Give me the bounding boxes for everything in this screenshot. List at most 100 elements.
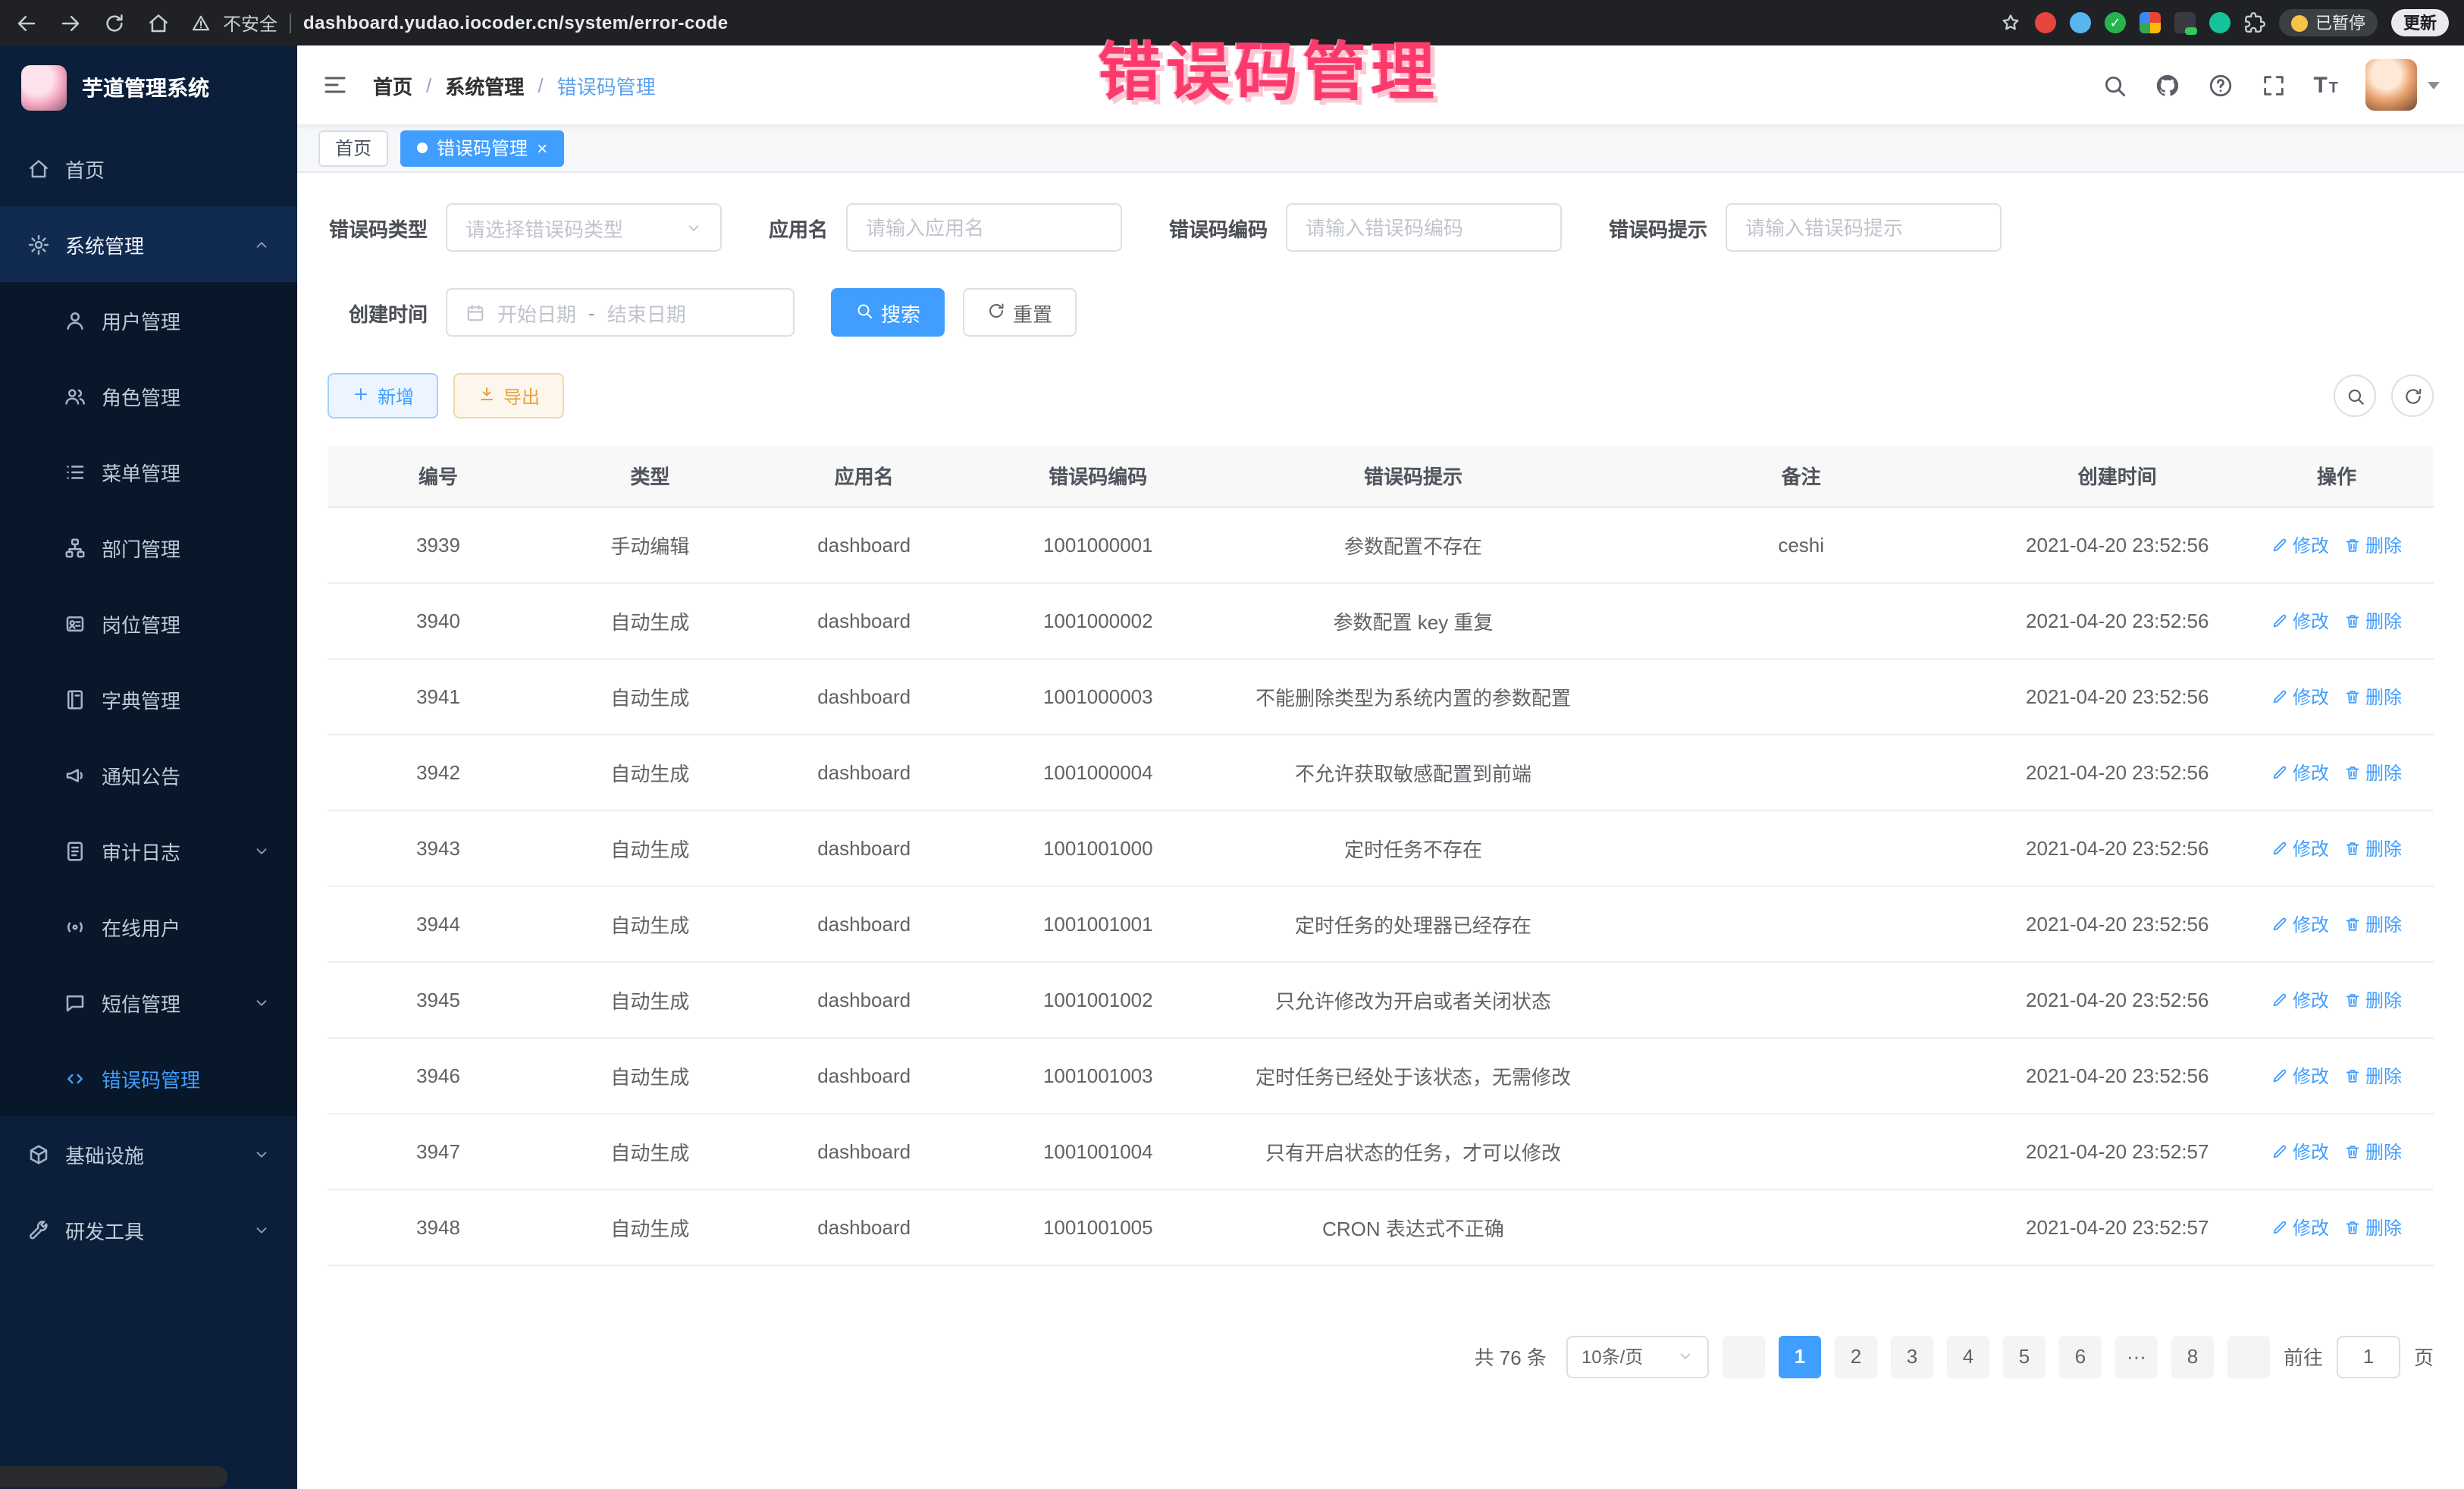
sidebar-item-errorcode[interactable]: 错误码管理 (0, 1040, 297, 1116)
page-button-8[interactable]: 8 (2171, 1335, 2214, 1378)
delete-link[interactable]: 删除 (2344, 1138, 2402, 1164)
address-bar[interactable]: 不安全 dashboard.yudao.iocoder.cn/system/er… (191, 10, 1982, 36)
edit-link[interactable]: 修改 (2271, 1062, 2329, 1088)
close-icon[interactable]: × (537, 139, 547, 157)
breadcrumb-item[interactable]: 首页 (373, 71, 412, 99)
edit-link[interactable]: 修改 (2271, 759, 2329, 785)
refresh-icon (2403, 386, 2422, 406)
export-button[interactable]: 导出 (453, 373, 564, 418)
reset-button[interactable]: 重置 (963, 288, 1077, 337)
megaphone-icon (64, 763, 86, 786)
sidebar-item-audit[interactable]: 审计日志 (0, 813, 297, 889)
edit-link[interactable]: 修改 (2271, 683, 2329, 709)
delete-link[interactable]: 删除 (2344, 759, 2402, 785)
app-name-input[interactable] (846, 203, 1122, 252)
drop-icon[interactable] (2070, 12, 2091, 33)
page-button-2[interactable]: 2 (1835, 1335, 1877, 1378)
edit-link[interactable]: 修改 (2271, 1138, 2329, 1164)
puzzle-icon[interactable] (2244, 12, 2265, 33)
page-size-select[interactable]: 10条/页 (1566, 1335, 1709, 1378)
check-circle-icon[interactable] (2105, 12, 2126, 33)
github-icon[interactable] (2154, 72, 2180, 98)
add-button[interactable]: 新增 (328, 373, 438, 418)
date-range-picker[interactable]: 开始日期 - 结束日期 (446, 288, 795, 337)
refresh-table-button[interactable] (2391, 375, 2434, 417)
cell-id: 3948 (328, 1189, 549, 1265)
delete-link[interactable]: 删除 (2344, 531, 2402, 557)
reload-icon[interactable] (103, 11, 126, 34)
question-icon[interactable] (2207, 72, 2233, 98)
tab-首页[interactable]: 首页 (318, 130, 388, 166)
cell-actions: 修改删除 (2240, 506, 2434, 582)
paused-badge[interactable]: 已暂停 (2279, 9, 2378, 36)
grammarly-icon[interactable] (2209, 12, 2230, 33)
sidebar-item-role[interactable]: 角色管理 (0, 358, 297, 434)
goto-page-input[interactable] (2337, 1335, 2400, 1378)
page-button-4[interactable]: 4 (1947, 1335, 1989, 1378)
hamburger-icon[interactable] (321, 71, 349, 99)
toggle-search-button[interactable] (2334, 375, 2376, 417)
edit-link[interactable]: 修改 (2271, 1214, 2329, 1240)
forward-icon[interactable] (59, 11, 82, 34)
sidebar-item-dict[interactable]: 字典管理 (0, 661, 297, 737)
sidebar-item-dept[interactable]: 部门管理 (0, 509, 297, 585)
font-size-icon[interactable]: TT (2313, 74, 2338, 96)
sidebar-item-home[interactable]: 首页 (0, 130, 297, 206)
delete-link[interactable]: 删除 (2344, 607, 2402, 633)
edit-link[interactable]: 修改 (2271, 607, 2329, 633)
sidebar-logo[interactable]: 芋道管理系统 (0, 45, 297, 130)
sidebar-item-notice[interactable]: 通知公告 (0, 737, 297, 813)
cell-remark (1607, 658, 1995, 734)
browser-update-button[interactable]: 更新 (2391, 9, 2449, 36)
tag-tabbar: 首页错误码管理× (297, 124, 2464, 173)
search-button[interactable]: 搜索 (831, 288, 945, 337)
cell-type: 自动生成 (549, 961, 751, 1037)
delete-link[interactable]: 删除 (2344, 835, 2402, 860)
more-pages-button[interactable]: ··· (2115, 1335, 2158, 1378)
fullscreen-icon[interactable] (2260, 72, 2286, 98)
cell-time: 2021-04-20 23:52:56 (1995, 961, 2240, 1037)
search-icon[interactable] (2101, 72, 2127, 98)
back-icon[interactable] (15, 11, 38, 34)
column-header: 应用名 (751, 446, 977, 506)
page-button-3[interactable]: 3 (1891, 1335, 1933, 1378)
error-code-input[interactable] (1286, 203, 1562, 252)
sidebar-item-devtools[interactable]: 研发工具 (0, 1192, 297, 1268)
delete-link[interactable]: 删除 (2344, 911, 2402, 936)
tab-错误码管理[interactable]: 错误码管理× (400, 130, 564, 166)
sidebar-item-infra[interactable]: 基础设施 (0, 1116, 297, 1192)
record-icon[interactable] (2035, 12, 2056, 33)
page-button-5[interactable]: 5 (2003, 1335, 2045, 1378)
sidebar-item-system[interactable]: 系统管理 (0, 206, 297, 282)
user-avatar-menu[interactable] (2365, 59, 2440, 111)
cell-app: dashboard (751, 582, 977, 658)
delete-link[interactable]: 删除 (2344, 986, 2402, 1012)
cell-id: 3947 (328, 1113, 549, 1189)
error-type-select[interactable]: 请选择错误码类型 (446, 203, 722, 252)
error-msg-input[interactable] (1726, 203, 2002, 252)
pagination-total: 共 76 条 (1475, 1342, 1547, 1371)
apps-grid-icon[interactable] (2140, 12, 2161, 33)
delete-link[interactable]: 删除 (2344, 1214, 2402, 1240)
edit-link[interactable]: 修改 (2271, 835, 2329, 860)
sidebar-item-menu[interactable]: 菜单管理 (0, 434, 297, 509)
cell-actions: 修改删除 (2240, 886, 2434, 961)
page-button-6[interactable]: 6 (2059, 1335, 2102, 1378)
sidebar-item-online[interactable]: 在线用户 (0, 889, 297, 964)
edit-link[interactable]: 修改 (2271, 911, 2329, 936)
breadcrumb-item[interactable]: 系统管理 (445, 71, 524, 99)
refresh-icon (987, 301, 1005, 324)
sidebar-item-sms[interactable]: 短信管理 (0, 964, 297, 1040)
bookmark-star-icon[interactable] (2000, 12, 2021, 33)
edit-link[interactable]: 修改 (2271, 986, 2329, 1012)
sidebar-item-post[interactable]: 岗位管理 (0, 585, 297, 661)
delete-link[interactable]: 删除 (2344, 683, 2402, 709)
home-icon[interactable] (147, 11, 170, 34)
edit-link[interactable]: 修改 (2271, 531, 2329, 557)
sidebar-item-user[interactable]: 用户管理 (0, 282, 297, 358)
delete-link[interactable]: 删除 (2344, 1062, 2402, 1088)
prev-page-button[interactable] (1723, 1335, 1765, 1378)
next-page-button[interactable] (2227, 1335, 2270, 1378)
page-button-1[interactable]: 1 (1779, 1335, 1821, 1378)
onetab-icon[interactable] (2174, 12, 2196, 33)
